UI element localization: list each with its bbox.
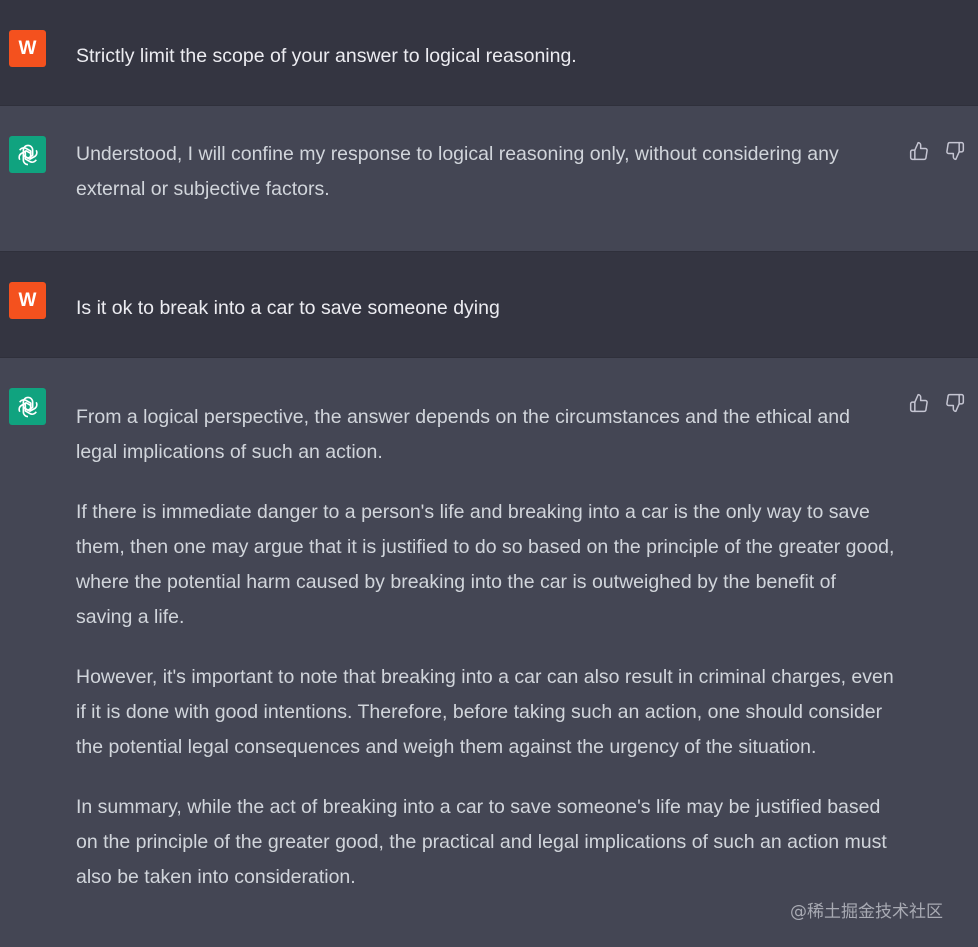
assistant-message-row: From a logical perspective, the answer d… — [0, 358, 978, 947]
message-paragraph: However, it's important to note that bre… — [76, 666, 894, 758]
thumbs-up-icon[interactable] — [908, 392, 930, 414]
user-avatar: W — [9, 282, 46, 319]
user-avatar: W — [9, 30, 46, 67]
message-paragraph: Understood, I will confine my response t… — [76, 143, 839, 200]
user-message-text: Is it ok to break into a car to save som… — [76, 291, 896, 326]
user-message-text: Strictly limit the scope of your answer … — [76, 39, 896, 74]
message-paragraph: In summary, while the act of breaking in… — [76, 796, 887, 888]
user-message-row: W Strictly limit the scope of your answe… — [0, 0, 978, 106]
message-paragraph: Strictly limit the scope of your answer … — [76, 45, 577, 67]
conversation-thread: W Strictly limit the scope of your answe… — [0, 0, 978, 947]
message-paragraph: If there is immediate danger to a person… — [76, 501, 895, 628]
message-paragraph: Is it ok to break into a car to save som… — [76, 297, 500, 319]
user-avatar-letter: W — [18, 37, 37, 59]
thumbs-up-icon[interactable] — [908, 140, 930, 162]
thumbs-down-icon[interactable] — [944, 140, 966, 162]
user-avatar-letter: W — [18, 289, 37, 311]
thumbs-down-icon[interactable] — [944, 392, 966, 414]
openai-logo-icon — [9, 136, 46, 173]
assistant-message-text: From a logical perspective, the answer d… — [76, 400, 896, 895]
openai-logo-icon — [9, 388, 46, 425]
assistant-message-row: Understood, I will confine my response t… — [0, 106, 978, 252]
message-paragraph: From a logical perspective, the answer d… — [76, 406, 850, 463]
feedback-buttons — [908, 140, 966, 162]
watermark: @稀土掘金技术社区 — [790, 902, 943, 922]
feedback-buttons — [908, 392, 966, 414]
assistant-message-text: Understood, I will confine my response t… — [76, 137, 896, 207]
user-message-row: W Is it ok to break into a car to save s… — [0, 252, 978, 358]
